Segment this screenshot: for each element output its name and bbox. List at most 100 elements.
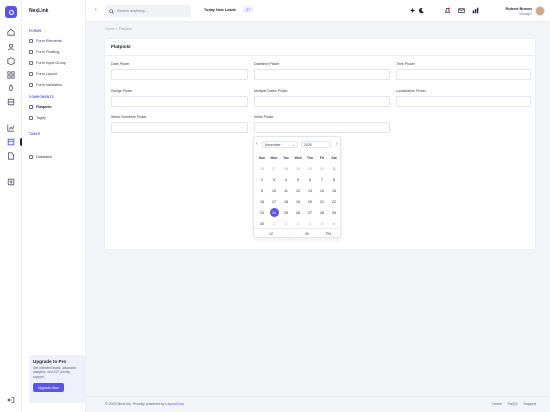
calendar-day[interactable]: 5 [292, 174, 304, 185]
footer-link-support[interactable]: Support [523, 402, 536, 406]
day-number: 18 [284, 199, 288, 204]
breadcrumb-home[interactable]: Home [105, 27, 115, 31]
calendar-day[interactable]: 4 [280, 174, 292, 185]
date-picker-input[interactable] [111, 69, 248, 80]
range-picker-input[interactable] [111, 96, 248, 107]
next-month-icon[interactable]: › [336, 141, 338, 147]
weekday-header: Wed [294, 155, 302, 160]
calendar-day[interactable]: 1 [328, 163, 340, 174]
year-input[interactable]: 2025 [301, 141, 331, 148]
avatar[interactable] [535, 6, 545, 16]
calendar-day[interactable]: 6 [304, 174, 316, 185]
calendar-day[interactable]: 12 [292, 185, 304, 196]
calendar-day[interactable]: 27 [304, 207, 316, 218]
calendar-day[interactable]: 29 [328, 207, 340, 218]
day-number: 22 [332, 199, 336, 204]
sidebar-item-flatpickr[interactable]: Flatpickr [29, 103, 52, 110]
calendar-day[interactable]: 16 [256, 196, 268, 207]
calendar-day[interactable]: 18 [280, 196, 292, 207]
calendar-day[interactable]: 31 [316, 163, 328, 174]
search-input[interactable]: Search anything... [105, 5, 191, 17]
calendar-day[interactable]: 26 [256, 163, 268, 174]
month-select[interactable]: November ⌄ [262, 141, 298, 148]
minute-input[interactable]: 00 [305, 232, 309, 236]
sparkle-icon[interactable] [408, 6, 416, 15]
prev-month-icon[interactable]: ‹ [256, 141, 258, 147]
calendar-day[interactable]: 19 [292, 196, 304, 207]
upgrade-button[interactable]: Upgrade Now [33, 383, 64, 393]
calendar-header: ‹ November ⌄ 2025 › [254, 140, 342, 149]
day-number: 23 [260, 210, 264, 215]
sidebar-item-form-elements[interactable]: Form Elements [29, 37, 62, 44]
sidebar-item-form-validation[interactable]: Form Validation [29, 81, 62, 88]
hour-input[interactable]: 12 [269, 232, 273, 236]
calendar-day-selected[interactable]: 24 [268, 207, 280, 218]
sidebar-item-form-floating[interactable]: Form Floating [29, 48, 59, 55]
chart-icon[interactable] [7, 124, 15, 132]
users-icon[interactable] [7, 43, 15, 51]
calendar-day[interactable]: 13 [304, 185, 316, 196]
calendar-day[interactable]: 28 [280, 163, 292, 174]
logo-icon[interactable] [5, 6, 17, 18]
box-icon[interactable] [7, 57, 15, 65]
user-name[interactable]: Robert Brown [498, 6, 532, 11]
footer-copyright: © 2025 NexLink. Proudly powered by Layou… [105, 402, 184, 406]
calendar-day[interactable]: 23 [256, 207, 268, 218]
calendar-day[interactable]: 8 [328, 174, 340, 185]
sidebar-item-form-input-group[interactable]: Form Input Group [29, 59, 66, 66]
day-number: 2 [285, 221, 287, 226]
day-number: 6 [333, 221, 335, 226]
collapse-sidebar-icon[interactable]: ‹ [95, 7, 97, 13]
calendar-day[interactable]: 11 [280, 185, 292, 196]
localization-picker-input[interactable] [396, 96, 531, 107]
home-icon[interactable] [7, 28, 15, 36]
weekday-header: Thu [306, 155, 314, 160]
sidebar-item-datatable[interactable]: Datatable [29, 153, 52, 160]
calendar-day[interactable]: 21 [316, 196, 328, 207]
apps-icon[interactable] [7, 71, 15, 79]
calendar-day[interactable]: 14 [316, 185, 328, 196]
day-number: 25 [284, 210, 288, 215]
notification-bell-icon[interactable] [443, 6, 451, 15]
calendar-day[interactable]: 20 [304, 196, 316, 207]
calendar-day[interactable]: 15 [328, 185, 340, 196]
logout-icon[interactable] [7, 396, 15, 404]
calendar-day[interactable]: 3 [268, 174, 280, 185]
theme-toggle-icon[interactable] [417, 6, 425, 15]
time-picker-input[interactable] [396, 69, 531, 80]
inline-picker-label: Inline Picker [254, 115, 274, 119]
calendar-day[interactable]: 25 [280, 207, 292, 218]
inline-picker-input[interactable] [254, 122, 390, 133]
document-icon[interactable] [7, 152, 15, 160]
rocket-icon[interactable] [7, 84, 15, 92]
search-placeholder: Search anything... [117, 9, 148, 13]
promo-text: Get unlimited leads, advanced analytics,… [33, 366, 76, 379]
calendar-day[interactable]: 10 [268, 185, 280, 196]
plus-box-icon[interactable] [7, 178, 15, 186]
multiple-dates-picker-input[interactable] [254, 96, 390, 107]
datetime-picker-input[interactable] [254, 69, 390, 80]
calendar-day[interactable]: 26 [292, 207, 304, 218]
calendar-day[interactable]: 2 [256, 174, 268, 185]
stats-icon[interactable] [471, 6, 479, 15]
footer-link-home[interactable]: Home [492, 402, 502, 406]
sidebar-item-form-layout[interactable]: Form Layout [29, 70, 57, 77]
week-numbers-picker-input[interactable] [111, 122, 248, 133]
calendar-day[interactable]: 27 [268, 163, 280, 174]
footer-company-link[interactable]: LayoutDrop [165, 402, 184, 406]
brand-name[interactable]: NexLink [29, 8, 48, 14]
calendar-day[interactable]: 9 [256, 185, 268, 196]
ampm-toggle[interactable]: PM [326, 232, 331, 236]
calendar-day[interactable]: 28 [316, 207, 328, 218]
calendar-day[interactable]: 22 [328, 196, 340, 207]
calendar-day[interactable]: 29 [292, 163, 304, 174]
calendar-day[interactable]: 7 [316, 174, 328, 185]
form-icon [29, 60, 33, 65]
layers-icon[interactable] [7, 98, 15, 106]
footer-link-faq[interactable]: FaQ's [508, 402, 517, 406]
table-icon[interactable] [7, 138, 15, 146]
sidebar-item-tagify[interactable]: Tagify [29, 114, 46, 121]
mail-icon[interactable] [457, 6, 465, 15]
calendar-day[interactable]: 30 [304, 163, 316, 174]
calendar-day[interactable]: 17 [268, 196, 280, 207]
